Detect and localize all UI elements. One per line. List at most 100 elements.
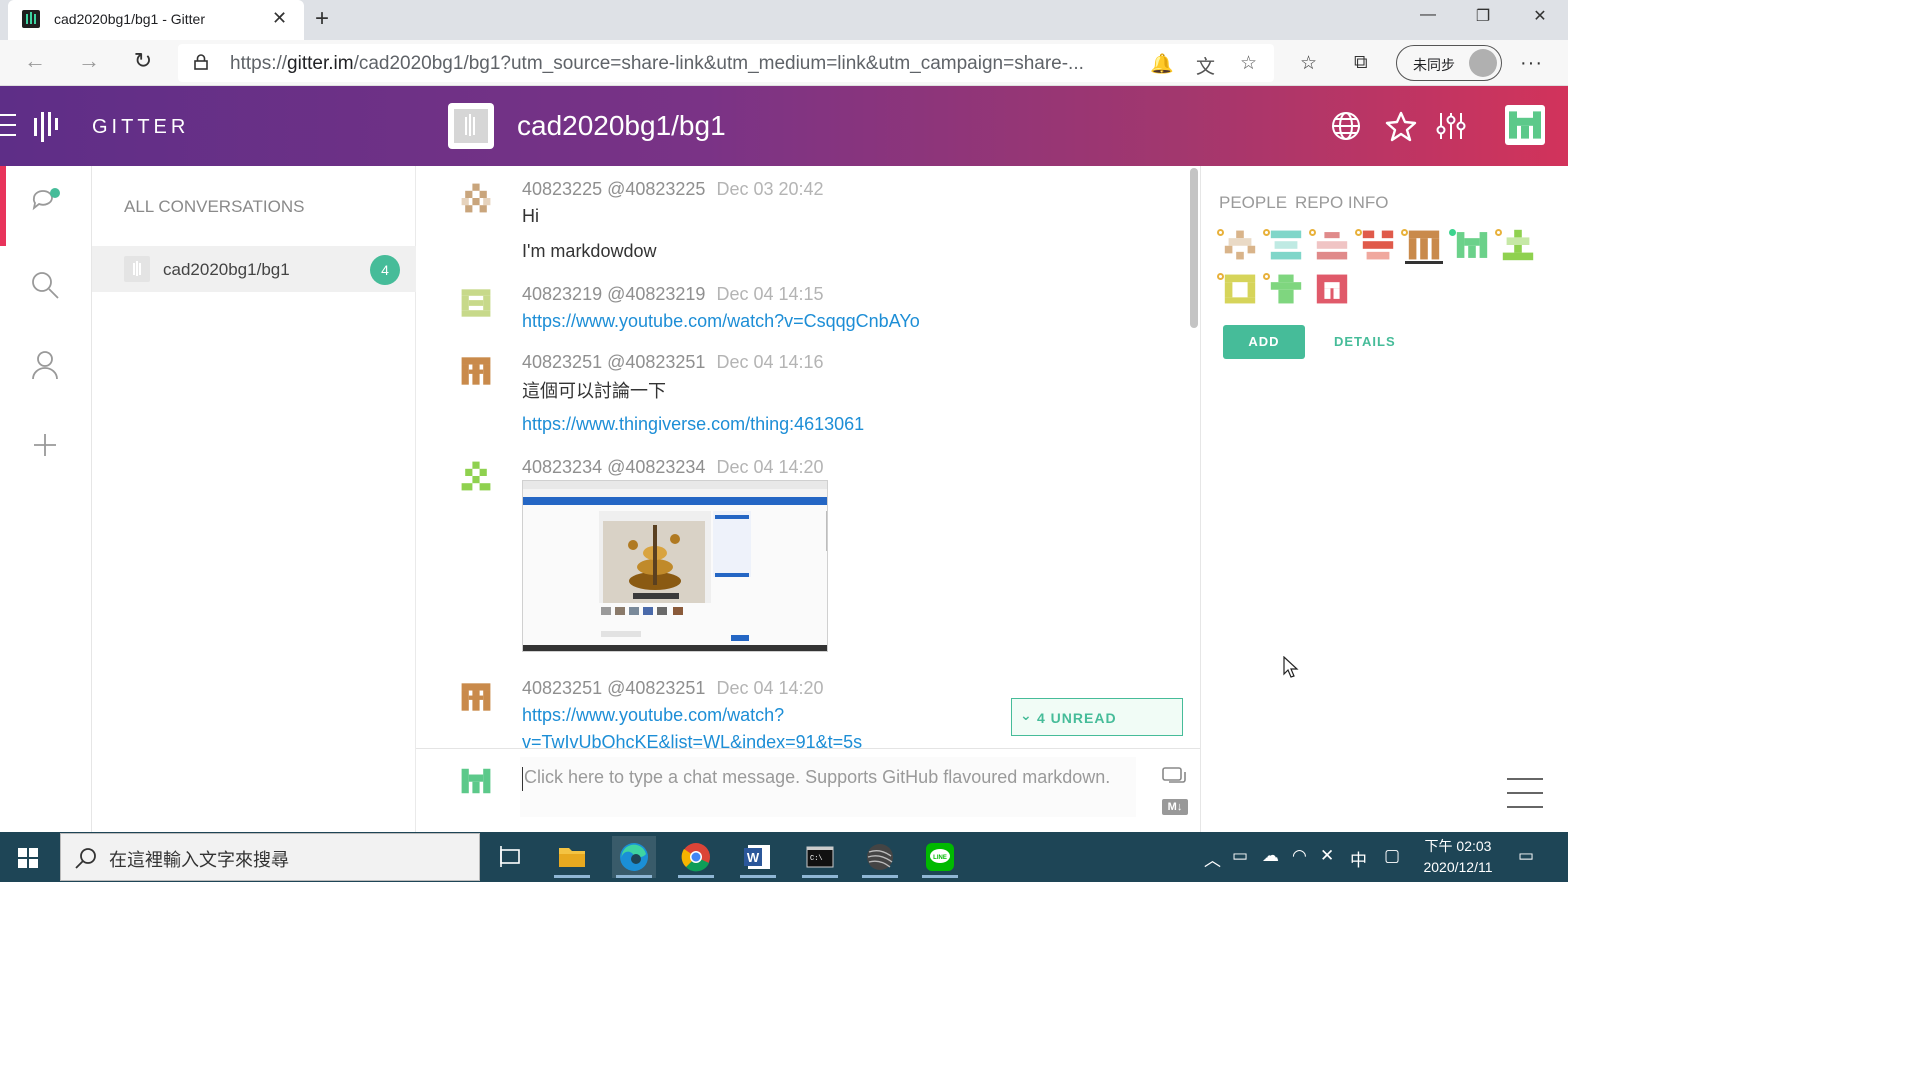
favorite-star-icon[interactable]: ☆ <box>1240 52 1257 75</box>
person-avatar[interactable] <box>1217 270 1259 308</box>
terminal-icon[interactable]: C:\ <box>798 836 842 878</box>
people-icon[interactable] <box>30 350 60 380</box>
message-link[interactable]: v=TwIvUbOhcKE&list=WL&index=91&t=5s <box>522 732 862 748</box>
tab-repo-info[interactable]: REPO INFO <box>1295 193 1389 213</box>
volume-muted-icon[interactable]: ✕ <box>1320 846 1334 866</box>
ime-indicator[interactable]: 中 <box>1350 846 1367 871</box>
address-bar[interactable]: https://gitter.im/cad2020bg1/bg1?utm_sou… <box>178 44 1274 82</box>
favorites-list-icon[interactable]: ☆ <box>1300 52 1317 75</box>
user-avatar-icon[interactable] <box>458 679 494 715</box>
person-avatar[interactable] <box>1449 226 1491 264</box>
markdown-icon[interactable]: M↓ <box>1162 799 1188 815</box>
person-avatar[interactable] <box>1313 270 1351 308</box>
message-link[interactable]: https://www.youtube.com/watch?v=CsqqgCnb… <box>522 311 920 332</box>
message-user[interactable]: 40823219 @40823219 <box>522 284 705 304</box>
user-avatar-icon[interactable] <box>458 353 494 389</box>
wifi-icon[interactable]: ◠ <box>1292 846 1307 866</box>
browser-toolbar: ← → ↻ https://gitter.im/cad2020bg1/bg1?u… <box>0 40 1568 86</box>
battery-icon[interactable]: ▭ <box>1232 846 1248 866</box>
message-user[interactable]: 40823225 @40823225 <box>522 179 705 199</box>
conversations-icon[interactable] <box>30 188 60 218</box>
room-title[interactable]: cad2020bg1/bg1 <box>517 110 726 142</box>
message-image[interactable] <box>522 480 828 652</box>
sync-label: 未同步 <box>1413 57 1455 73</box>
details-button[interactable]: DETAILS <box>1334 334 1396 349</box>
compose-mode-icon[interactable] <box>1162 767 1188 789</box>
settings-sliders-icon[interactable] <box>1435 110 1467 142</box>
tab-title: cad2020bg1/bg1 - Gitter <box>54 11 205 27</box>
active-indicator <box>0 166 6 246</box>
message-time[interactable]: Dec 04 14:15 <box>716 284 823 304</box>
message-user[interactable]: 40823234 @40823234 <box>522 457 705 477</box>
more-menu-icon[interactable]: ··· <box>1520 52 1543 75</box>
collections-icon[interactable]: ⧉ <box>1354 52 1368 74</box>
unread-banner[interactable]: ⌄ 4 UNREAD <box>1011 698 1183 736</box>
person-avatar[interactable] <box>1355 226 1397 264</box>
clock-time: 下午 02:03 <box>1424 838 1492 854</box>
line-app-icon[interactable]: LINE <box>918 836 962 878</box>
person-avatar[interactable] <box>1401 226 1443 264</box>
sphere-app-icon[interactable] <box>858 836 902 878</box>
file-explorer-icon[interactable] <box>550 836 594 878</box>
onedrive-cloud-icon[interactable]: ☁ <box>1262 846 1279 866</box>
person-avatar[interactable] <box>1217 226 1259 264</box>
user-avatar[interactable] <box>1505 105 1545 145</box>
person-avatar[interactable] <box>1263 270 1305 308</box>
panel-menu-icon[interactable] <box>1507 778 1543 820</box>
edge-browser-icon[interactable] <box>612 836 656 878</box>
windows-start-icon[interactable] <box>18 848 38 868</box>
own-avatar-icon <box>461 768 491 794</box>
notification-blocked-icon[interactable]: 🔔 <box>1150 52 1174 76</box>
chat-scrollbar[interactable] <box>1190 168 1198 328</box>
gitter-logo-icon[interactable] <box>34 112 58 142</box>
person-avatar[interactable] <box>1495 226 1537 264</box>
notification-center-icon[interactable]: ▭ <box>1518 846 1534 866</box>
lock-icon <box>194 54 208 70</box>
tab-people[interactable]: PEOPLE <box>1219 193 1287 213</box>
star-icon[interactable] <box>1385 110 1417 142</box>
message-user[interactable]: 40823251 @40823251 <box>522 352 705 372</box>
user-avatar-icon[interactable] <box>458 180 494 216</box>
message-time[interactable]: Dec 04 14:16 <box>716 352 823 372</box>
message-user[interactable]: 40823251 @40823251 <box>522 678 705 698</box>
add-icon[interactable] <box>30 430 60 460</box>
forward-arrow-icon[interactable]: → <box>74 48 104 74</box>
user-avatar-icon[interactable] <box>458 458 494 494</box>
person-avatar[interactable] <box>1309 226 1351 264</box>
window-close-icon[interactable]: ✕ <box>1520 6 1560 26</box>
taskbar-search-box[interactable]: 在這裡輸入文字來搜尋 <box>60 833 480 881</box>
room-avatar <box>448 103 494 149</box>
message-meta: 40823234 @40823234 Dec 04 14:20 <box>522 457 824 478</box>
ime-mode-icon[interactable]: ▢ <box>1384 846 1400 866</box>
tray-expand-icon[interactable]: ︿ <box>1204 846 1221 871</box>
tab-close-icon[interactable]: ✕ <box>272 8 287 29</box>
message-time[interactable]: Dec 04 14:20 <box>716 678 823 698</box>
gitter-brand[interactable]: GITTER <box>92 116 189 139</box>
minimize-icon[interactable]: — <box>1408 6 1448 24</box>
translate-icon[interactable]: 文 <box>1196 52 1215 79</box>
user-avatar-icon[interactable] <box>458 285 494 321</box>
back-arrow-icon[interactable]: ← <box>20 48 50 74</box>
task-view-icon[interactable] <box>488 836 532 878</box>
word-icon[interactable]: W <box>736 836 780 878</box>
message-time[interactable]: Dec 04 14:20 <box>716 457 823 477</box>
refresh-icon[interactable]: ↻ <box>128 48 158 74</box>
restore-icon[interactable]: ❐ <box>1463 6 1503 26</box>
taskbar-clock[interactable]: 下午 02:03 2020/12/11 <box>1410 836 1506 878</box>
message-link[interactable]: https://www.youtube.com/watch? <box>522 705 784 726</box>
profile-sync-button[interactable]: 未同步 <box>1396 45 1502 81</box>
taskbar-search-placeholder: 在這裡輸入文字來搜尋 <box>109 850 289 870</box>
gitter-favicon-icon <box>22 10 40 28</box>
message-link[interactable]: https://www.thingiverse.com/thing:461306… <box>522 414 864 435</box>
menu-toggle-icon[interactable] <box>0 114 16 144</box>
globe-icon[interactable] <box>1330 110 1362 142</box>
profile-avatar-icon <box>1469 49 1497 77</box>
conversation-item[interactable]: cad2020bg1/bg1 4 <box>92 246 416 292</box>
message-time[interactable]: Dec 03 20:42 <box>716 179 823 199</box>
add-people-button[interactable]: ADD <box>1223 325 1305 359</box>
browser-tab[interactable]: cad2020bg1/bg1 - Gitter ✕ <box>8 0 304 40</box>
chrome-browser-icon[interactable] <box>674 836 718 878</box>
new-tab-button[interactable]: + <box>310 5 334 33</box>
person-avatar[interactable] <box>1263 226 1305 264</box>
search-icon[interactable] <box>30 270 60 300</box>
